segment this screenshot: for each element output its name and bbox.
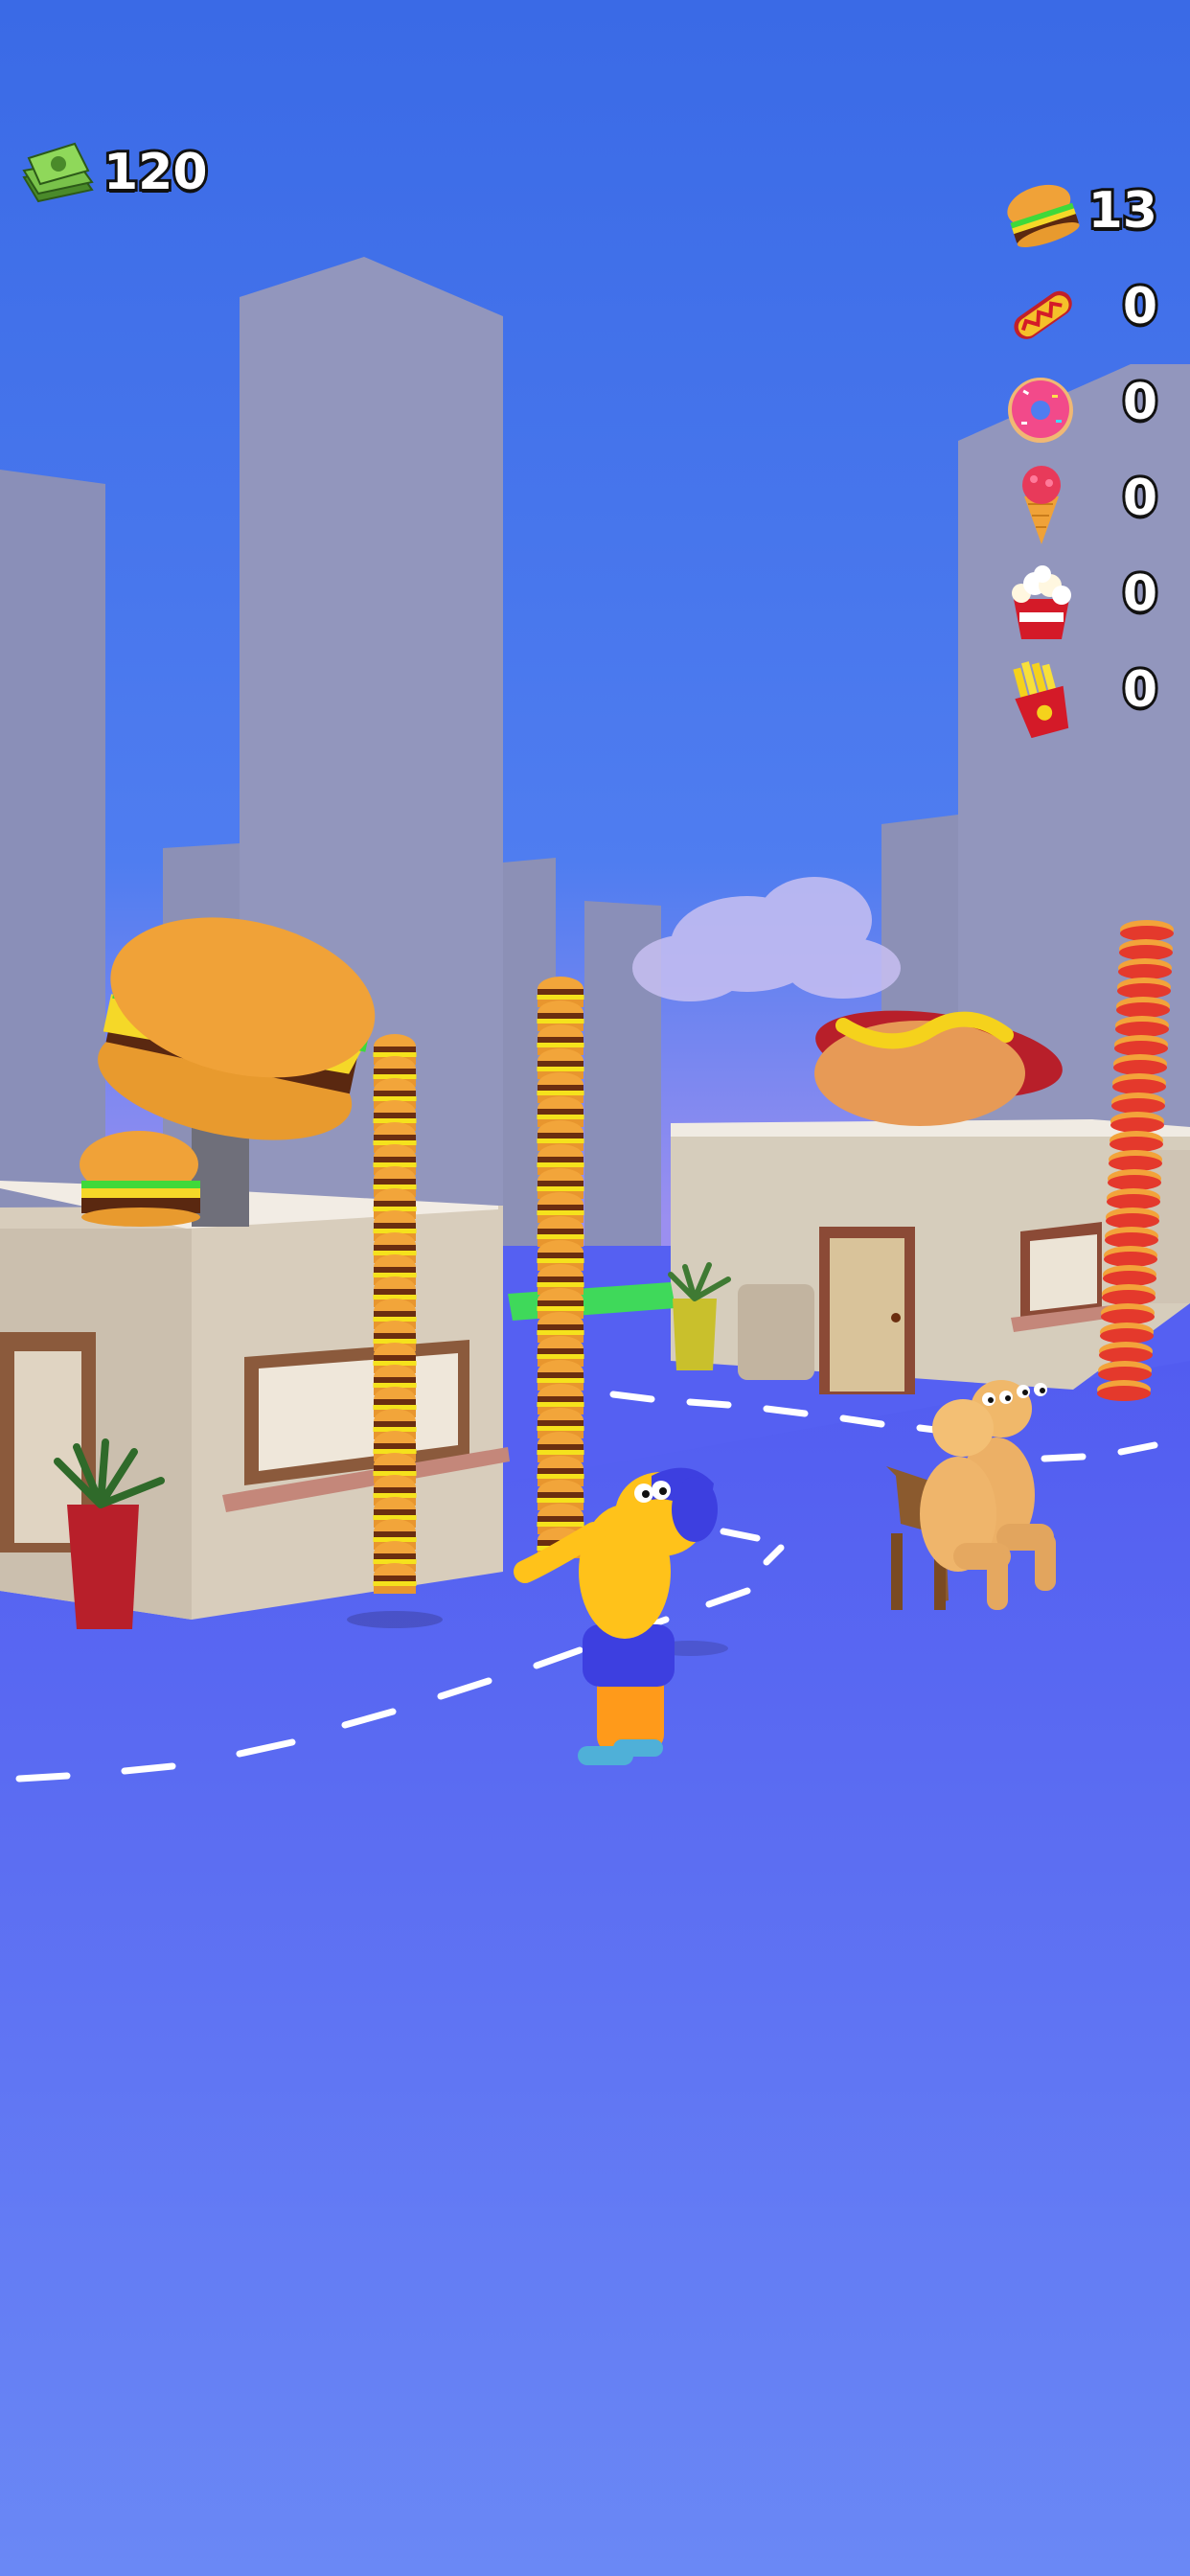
hotdog-count: 0 bbox=[1120, 275, 1160, 338]
popcorn-count: 0 bbox=[1120, 563, 1160, 626]
ice-cream-count: 0 bbox=[1120, 467, 1160, 530]
money-amount: 120 bbox=[101, 141, 211, 204]
donut-count: 0 bbox=[1120, 371, 1160, 434]
burger-tower-carried bbox=[537, 977, 584, 1558]
burger-count: 13 bbox=[1086, 179, 1160, 242]
cash-stack-icon bbox=[22, 142, 94, 203]
fries-count: 0 bbox=[1120, 658, 1160, 722]
burger-tower-left bbox=[373, 1034, 417, 1594]
small-burger-decoration bbox=[80, 1131, 200, 1227]
